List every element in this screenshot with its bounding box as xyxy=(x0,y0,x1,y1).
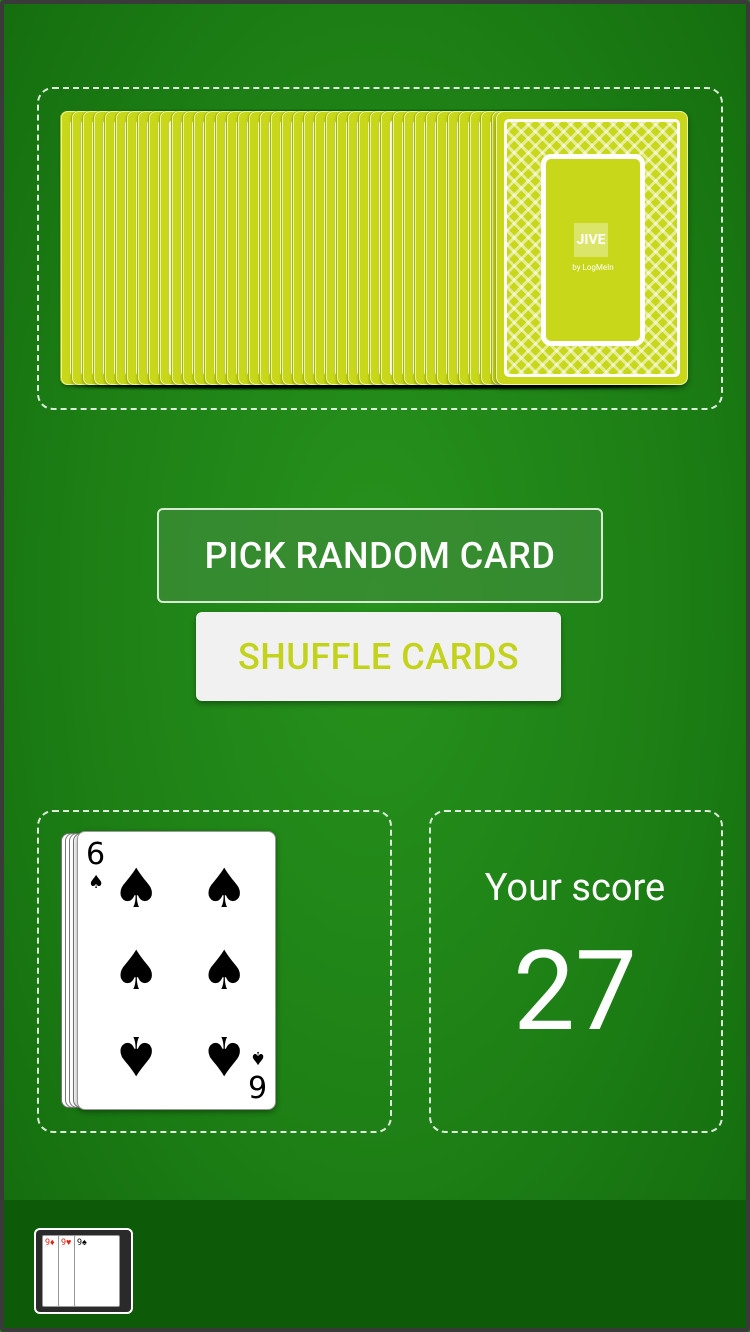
card-rank-bottom: 6 xyxy=(248,1068,268,1103)
game-table: JIVE by LogMeIn PICK RANDOM CARD SHUFFLE… xyxy=(0,0,750,1332)
spade-icon: ♠ xyxy=(200,857,249,920)
card-back-center: JIVE by LogMeIn xyxy=(541,154,645,346)
spade-icon: ♠ xyxy=(112,857,161,920)
score-value: 27 xyxy=(513,927,637,1056)
score-label: Your score xyxy=(484,866,666,910)
spade-icon: ♠ xyxy=(88,872,105,893)
pick-random-card-button[interactable]: PICK RANDOM CARD xyxy=(157,508,603,603)
spade-icon: ♠ xyxy=(112,939,161,1002)
mini-card: 9♠ xyxy=(74,1235,120,1307)
shuffle-cards-button[interactable]: SHUFFLE CARDS xyxy=(196,612,561,701)
game-thumbnail[interactable]: 9♦ 9♥ 9♠ xyxy=(34,1228,133,1314)
spade-icon: ♠ xyxy=(112,1024,161,1087)
jive-logo: JIVE xyxy=(574,223,608,257)
card-rank-top: 6 xyxy=(86,837,106,872)
deck-top-card[interactable]: JIVE by LogMeIn xyxy=(496,111,688,385)
spade-icon: ♠ xyxy=(200,939,249,1002)
spade-icon: ♠ xyxy=(250,1047,267,1068)
spade-icon: ♠ xyxy=(200,1024,249,1087)
drawn-card[interactable]: 6 ♠ ♠ ♠ ♠ ♠ ♠ ♠ ♠ 6 xyxy=(77,831,276,1110)
logo-subtext: by LogMeIn xyxy=(572,263,614,272)
